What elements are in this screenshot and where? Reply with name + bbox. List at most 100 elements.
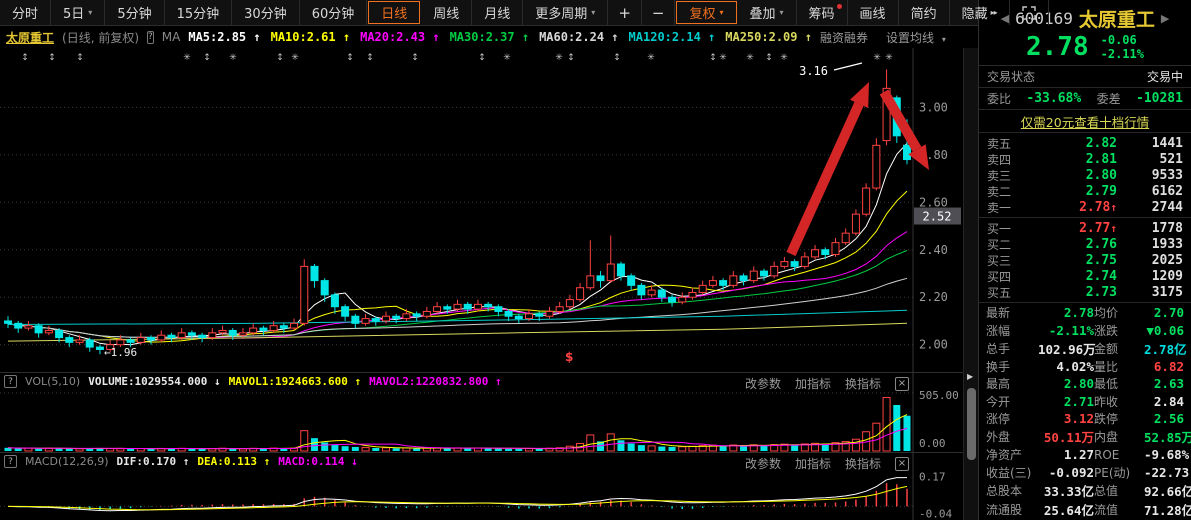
period-button-item[interactable]: 月线 — [472, 0, 523, 25]
help-icon[interactable]: ? — [4, 455, 17, 468]
period-button-item[interactable]: 30分钟 — [232, 0, 300, 25]
stat-row: 最高2.80最低2.63 — [979, 375, 1191, 392]
ma-value: MA10:2.61 ↑ — [271, 30, 350, 44]
margin-trading-link[interactable]: 融资融券 — [820, 29, 868, 46]
svg-text:✳: ✳ — [291, 53, 299, 63]
stat-label: 量比 — [1094, 358, 1144, 375]
adjust-mode-button[interactable]: 复权▾ — [676, 1, 736, 24]
bid-volume: 2025 — [1117, 253, 1183, 268]
svg-text:2.52: 2.52 — [923, 210, 952, 224]
stat-label: 最低 — [1094, 375, 1144, 392]
zoom-in-button[interactable]: + — [608, 0, 642, 25]
period-button-item[interactable]: 分时 — [0, 0, 51, 25]
svg-text:✳: ✳ — [229, 53, 237, 63]
bid-price: 2.77↑ — [1027, 221, 1117, 236]
period-button-item[interactable]: 日线 — [368, 1, 420, 24]
change-params-button[interactable]: 改参数 — [745, 375, 781, 392]
fullscreen-button[interactable] — [1010, 0, 1049, 25]
mavol1-value: MAVOL1:1924663.600 ↑ — [229, 375, 361, 388]
bid-row[interactable]: 买一2.77↑1778 — [979, 220, 1191, 236]
candlestick-chart: 3.002.802.602.402.202.00↕↕↕✳↕✳↕✳↕↕↕↕✳✳↕↕… — [0, 48, 963, 372]
collapse-panel-icon[interactable]: ▶ — [967, 372, 973, 381]
ask-price: 2.79 — [1027, 184, 1117, 199]
change-amount: -0.06 — [1101, 33, 1144, 47]
stat-row: 收益(三)-0.092PE(动)-22.73 — [979, 464, 1191, 481]
svg-text:✳: ✳ — [746, 53, 754, 63]
close-icon[interactable]: × — [895, 377, 909, 391]
scrollbar-thumb[interactable] — [967, 388, 976, 460]
help-icon[interactable]: ? — [147, 31, 154, 44]
svg-text:↕: ↕ — [76, 53, 84, 63]
macd-pane[interactable]: 0.17-0.04 ? MACD(12,26,9) DIF:0.170 ↑ DE… — [0, 452, 963, 520]
bid-levels: 买一2.77↑1778买二2.761933买三2.752025买四2.74120… — [979, 218, 1191, 303]
ma-settings-link[interactable]: 设置均线 ▾ — [886, 29, 946, 46]
macd-value: MACD:0.114 ↓ — [278, 455, 357, 468]
ask-row[interactable]: 卖三2.809533 — [979, 167, 1191, 183]
svg-text:↕: ↕ — [366, 53, 374, 63]
stat-label: 流通股 — [986, 501, 1038, 518]
period-button-item[interactable]: 更多周期▾ — [523, 0, 608, 25]
bid-volume: 1209 — [1117, 269, 1183, 284]
chips-button[interactable]: 筹码 — [797, 0, 848, 25]
bid-row[interactable]: 买二2.761933 — [979, 236, 1191, 252]
period-button-group: 分时5日▾5分钟15分钟30分钟60分钟日线周线月线更多周期▾ — [0, 0, 608, 25]
period-button-item[interactable]: 周线 — [421, 0, 472, 25]
switch-indicator-button[interactable]: 换指标 — [845, 455, 881, 472]
add-indicator-button[interactable]: 加指标 — [795, 375, 831, 392]
stat-label: 最高 — [986, 375, 1038, 392]
overlay-button[interactable]: 叠加▾ — [738, 0, 797, 25]
simple-mode-button[interactable]: 简约 — [899, 0, 950, 25]
symbol-name-link[interactable]: 太原重工 — [6, 29, 54, 46]
period-button-item[interactable]: 15分钟 — [165, 0, 233, 25]
change-params-button[interactable]: 改参数 — [745, 455, 781, 472]
period-button-item[interactable]: 5日▾ — [51, 0, 105, 25]
bid-row[interactable]: 买五2.733175 — [979, 284, 1191, 300]
level2-promo-link[interactable]: 仅需20元查看十档行情 — [1021, 112, 1149, 131]
svg-text:↕: ↕ — [276, 53, 284, 63]
stat-value: 2.80 — [1038, 376, 1094, 391]
ask-row[interactable]: 卖五2.821441 — [979, 135, 1191, 151]
bid-label: 买五 — [987, 284, 1027, 301]
chevron-down-icon: ▾ — [719, 8, 723, 17]
ma-value: MA20:2.43 ↑ — [360, 30, 439, 44]
period-button-item[interactable]: 5分钟 — [105, 0, 164, 25]
add-indicator-button[interactable]: 加指标 — [795, 455, 831, 472]
switch-indicator-button[interactable]: 换指标 — [845, 375, 881, 392]
stat-value: 3.12 — [1038, 411, 1094, 426]
chart-body-row: 3.002.802.602.402.202.00↕↕↕✳↕✳↕✳↕↕↕↕✳✳↕↕… — [0, 48, 978, 520]
ask-label: 卖二 — [987, 183, 1027, 200]
ask-row[interactable]: 卖二2.796162 — [979, 183, 1191, 199]
weicha-label: 委差 — [1097, 90, 1121, 107]
weibi-value: -33.68% — [1026, 91, 1081, 106]
hide-button[interactable]: 隐藏▸▸ — [950, 0, 1010, 25]
period-button-item[interactable]: 60分钟 — [300, 0, 368, 25]
stat-label: 最新 — [986, 304, 1038, 321]
stat-label: 净资产 — [986, 446, 1038, 463]
zoom-out-button[interactable]: − — [642, 0, 676, 25]
uptick-arrow-icon: ↑ — [1110, 201, 1117, 214]
chevron-down-icon: ▾ — [942, 35, 946, 44]
dollar-marker: $ — [565, 350, 573, 364]
ma-group-label: MA — [162, 30, 181, 44]
draw-line-button[interactable]: 画线 — [848, 0, 899, 25]
close-icon[interactable]: × — [895, 457, 909, 471]
svg-text:2.40: 2.40 — [919, 243, 948, 257]
ask-row[interactable]: 卖四2.81521 — [979, 151, 1191, 167]
price-chart-pane[interactable]: 3.002.802.602.402.202.00↕↕↕✳↕✳↕✳↕↕↕↕✳✳↕↕… — [0, 48, 963, 372]
vertical-scrollbar[interactable]: ▶ — [963, 48, 978, 520]
stat-label: 涨幅 — [986, 322, 1038, 339]
bid-price: 2.73 — [1027, 285, 1117, 300]
svg-text:2.00: 2.00 — [919, 338, 948, 352]
bid-row[interactable]: 买四2.741209 — [979, 268, 1191, 284]
bid-row[interactable]: 买三2.752025 — [979, 252, 1191, 268]
stat-value: 2.71 — [1038, 394, 1094, 409]
event-markers: ↕↕↕✳↕✳↕✳↕↕↕↕✳✳↕↕✳↕✳✳↕✳✳✳ — [21, 53, 893, 63]
ask-row[interactable]: 卖一2.78↑2744 — [979, 199, 1191, 215]
next-stock-icon[interactable]: ▶ — [1161, 12, 1169, 25]
help-icon[interactable]: ? — [4, 375, 17, 388]
volume-pane[interactable]: 505.000.00 ? VOL(5,10) VOLUME:1029554.00… — [0, 372, 963, 452]
trade-status-label: 交易状态 — [987, 68, 1035, 85]
svg-text:3.00: 3.00 — [919, 100, 948, 114]
stat-row: 涨幅-2.11%涨跌▼0.06 — [979, 321, 1191, 338]
mavol-line — [8, 415, 907, 449]
